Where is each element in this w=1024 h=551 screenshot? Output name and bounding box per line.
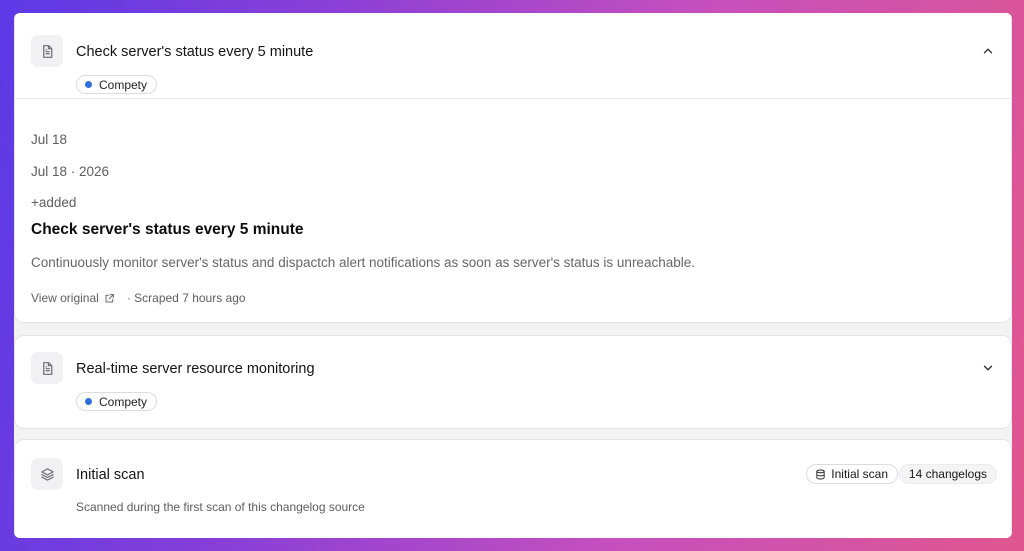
document-icon (31, 35, 63, 67)
changelog-item-expanded[interactable]: Check server's status every 5 minute Com… (14, 13, 1012, 323)
chevron-down-icon[interactable] (981, 361, 995, 375)
scraped-time: · Scraped 7 hours ago (126, 291, 246, 305)
database-icon (816, 469, 825, 479)
document-icon (31, 352, 63, 384)
detail-change-type: +added (31, 195, 77, 210)
divider (15, 98, 1011, 99)
detail-heading: Check server's status every 5 minute (31, 221, 304, 238)
status-dot (85, 81, 92, 88)
changelog-count-badge: 14 changelogs (898, 464, 997, 484)
initial-scan-title: Initial scan (76, 467, 145, 483)
detail-meta: View original · Scraped 7 hours ago (31, 291, 246, 305)
initial-scan-badge: Initial scan (806, 464, 898, 484)
initial-scan-badge-label: Initial scan (831, 467, 888, 481)
detail-date-short: Jul 18 (31, 132, 68, 147)
changelog-item-title: Real-time server resource monitoring (76, 361, 315, 377)
changelog-panel: Check server's status every 5 minute Com… (14, 13, 1012, 538)
detail-description: Continuously monitor server's status and… (31, 255, 695, 270)
source-tag-label: Compety (99, 394, 148, 409)
chevron-up-icon[interactable] (981, 44, 995, 58)
detail-date-full: Jul 18 · 2026 (31, 164, 110, 179)
source-tag-label: Compety (99, 77, 148, 92)
status-dot (85, 398, 92, 405)
view-original-label: View original (31, 291, 99, 305)
layers-icon (31, 458, 63, 490)
source-tag: Compety (76, 392, 158, 411)
view-original-link[interactable]: View original (31, 291, 127, 305)
changelog-item-title: Check server's status every 5 minute (76, 44, 314, 60)
initial-scan-subtitle: Scanned during the first scan of this ch… (76, 500, 365, 514)
external-link-icon (105, 293, 114, 302)
changelog-item-collapsed[interactable]: Real-time server resource monitoring Com… (14, 335, 1012, 429)
initial-scan-card[interactable]: Initial scan Scanned during the first sc… (14, 439, 1012, 538)
source-tag: Compety (76, 75, 158, 94)
